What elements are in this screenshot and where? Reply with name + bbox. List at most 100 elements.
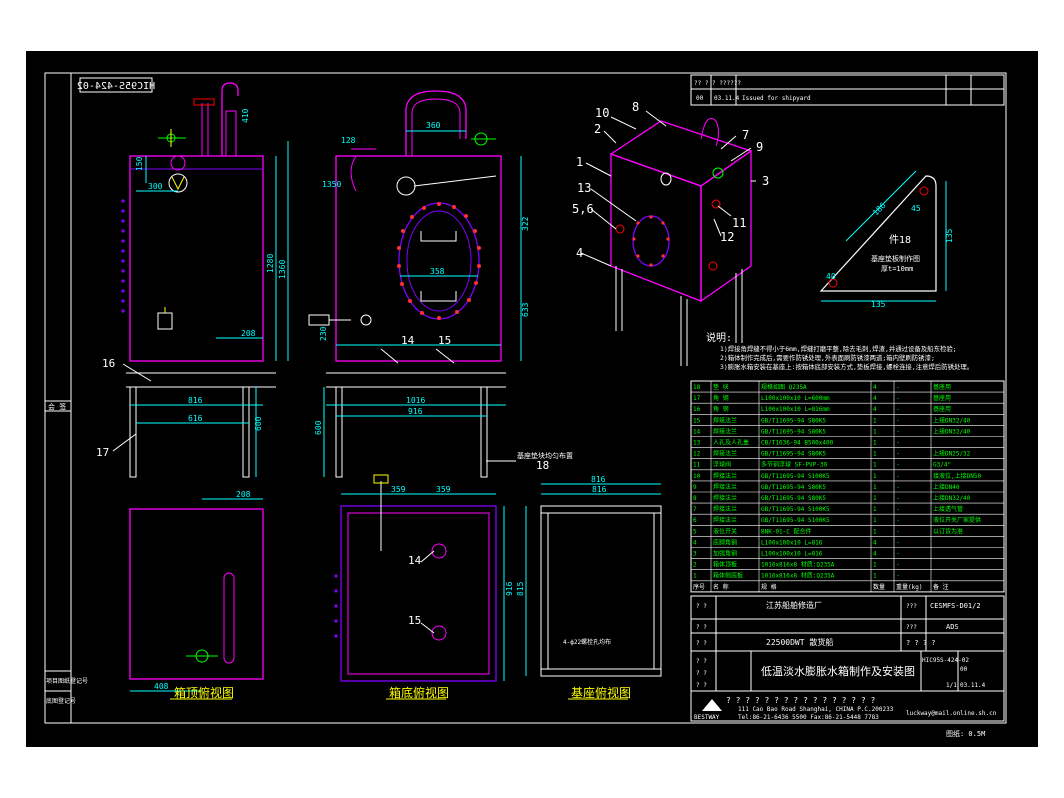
dim-359-b: 359 <box>436 485 451 494</box>
drawing-number-box: HIC95S-424-02 <box>77 77 155 93</box>
company: 江苏船舶修造厂 <box>766 600 822 610</box>
dim-616: 616 <box>188 414 203 423</box>
dim-816-c: 816 <box>591 475 606 484</box>
bom-cell: 上接DN32/40 <box>933 494 971 502</box>
iso-11: 11 <box>732 216 746 230</box>
bom-cell: 名 称 <box>713 583 729 591</box>
bom-cell: 4 <box>873 384 877 391</box>
bom-cell: - <box>896 484 900 491</box>
left-stamp-1: 项目图纸登记号 <box>46 677 88 685</box>
bom-cell: 9 <box>693 484 697 491</box>
tel: Tel:86-21-6436 5500 Fax:86-21-5448 7783 <box>738 714 879 721</box>
dim-150-a: 150 <box>135 156 144 171</box>
bom-cell: 17 <box>693 395 701 402</box>
note-line-1: 1)焊接角焊缝不得小于6mm,焊缝打磨平整,除去毛刺,焊渣,并通过设备及船东检验… <box>720 344 957 353</box>
leader-15-b: 15 <box>408 614 421 627</box>
bom-cell: - <box>896 406 900 413</box>
dim-128: 128 <box>341 136 356 145</box>
svg-text:? ?: ? ? <box>696 682 707 689</box>
bestway-logo-icon <box>702 699 722 711</box>
bom-cell: - <box>896 495 900 502</box>
bom-cell: GB/T11695-94 S80K5 <box>761 451 826 458</box>
bom-cell: 垫 块 <box>713 383 729 391</box>
iso-7: 7 <box>742 128 749 142</box>
bom-cell: 上接DN25/32 <box>933 450 971 458</box>
bom-cell: - <box>896 539 900 546</box>
bom-cell: 焊接法兰 <box>713 427 737 435</box>
svg-text:? ?: ? ? <box>696 640 707 647</box>
leader-13: 18 <box>536 459 549 472</box>
bom-cell: 1 <box>873 495 877 502</box>
bom-cell: L100x100x10 L=816 <box>761 539 823 546</box>
bom-cell: 焊接法兰 <box>713 494 737 502</box>
bom-cell: 8 <box>693 495 697 502</box>
bom-cell: L100x100x10 L=816mm <box>761 406 830 413</box>
bom-cell: - <box>896 528 900 535</box>
bom-cell: GB/T11695-94 S100K5 <box>761 517 830 524</box>
address: 111 Cao Bao Road Shanghai, CHINA P.C.200… <box>738 706 894 713</box>
dim-1016: 1016 <box>406 396 425 405</box>
dim-40: 40 <box>826 272 836 281</box>
bom-cell: 上接DN32/40 <box>933 416 971 424</box>
bom-cell: 13 <box>693 440 701 447</box>
dim-322: 322 <box>521 216 530 231</box>
bom-row: 13 人孔及人孔盖 CB/T1636-94 B500x400 1 - <box>693 439 900 447</box>
bom-cell: 角 钢 <box>713 405 729 413</box>
bom-cell: 底脚角钢 <box>713 538 737 546</box>
dim-410: 410 <box>241 108 250 123</box>
bom-cell: 箱体侧底板 <box>713 572 743 580</box>
dim-300: 300 <box>148 182 163 191</box>
bom-cell: - <box>896 462 900 469</box>
bom-cell: 11 <box>693 462 701 469</box>
dim-1350: 1350 <box>322 180 341 189</box>
dim-600-a: 600 <box>254 416 263 431</box>
bom-cell: - <box>896 451 900 458</box>
note-line-3: 3)膨胀水箱安装在基座上:按箱体底部安装方式,垫板焊接,螺栓连接,注意焊后防锈处… <box>720 362 973 371</box>
bom-cell: 多节铜浮球 SF-PVP-30 <box>761 461 828 469</box>
bom-cell: 1 <box>873 417 877 424</box>
footer-note: 图纸: 0.5M <box>946 729 985 738</box>
bom-row: 8 焊接法兰 GB/T11695-94 S80K5 1 - 上接DN32/40 <box>693 494 971 502</box>
dim-358: 358 <box>430 267 445 276</box>
dim-1280: 1280 <box>266 254 275 273</box>
dim-135-b: 135 <box>945 228 954 243</box>
svg-text:? ?: ? ? <box>696 670 707 677</box>
bom-cell: 1 <box>873 462 877 469</box>
bom-cell: - <box>896 517 900 524</box>
detail-note1: 基座垫板制作图 <box>871 254 920 263</box>
iso-12: 12 <box>720 230 734 244</box>
bom-cell: 基座用 <box>933 383 951 391</box>
bom-cell: 焊接法兰 <box>713 516 737 524</box>
bom-cell: GB/T11695-94 S80K5 <box>761 495 826 502</box>
bom-cell: 规格如图 Q235A <box>761 383 807 391</box>
notes: 说明: 1)焊接角焊缝不得小于6mm,焊缝打磨平整,除去毛刺,焊渣,并通过设备及… <box>706 331 973 371</box>
doc-code: CESMFS-D01/2 <box>930 602 981 610</box>
bom-cell: 16 <box>693 406 701 413</box>
dim-359-a: 359 <box>391 485 406 494</box>
bom-cell: GB/T11695-94 S100K5 <box>761 506 830 513</box>
cad-viewport[interactable]: 会 签 项目图纸登记号 底图登记号 HIC95S-424-02 150 300 … <box>26 51 1038 747</box>
drawing-number-mirrored: HIC95S-424-02 <box>77 81 155 92</box>
title-date: 03.11.4 <box>960 682 986 689</box>
bom-cell: 基座用 <box>933 405 951 413</box>
iso-5-6: 5,6 <box>572 202 594 216</box>
ship: 22500DWT 散货船 <box>766 637 833 647</box>
bom-cell: - <box>896 562 900 569</box>
dim-408: 408 <box>154 682 169 691</box>
bom-cell: 焊接法兰 <box>713 450 737 458</box>
bom-cell: 1 <box>693 573 697 580</box>
dim-600-b: 600 <box>314 420 323 435</box>
bom-row: 1 箱体侧底板 1016x816x8 材质:Q235A 1 - <box>693 572 900 580</box>
bom-header: 序号名 称 规 格 数量 重量(kg) 备 注 <box>693 583 949 591</box>
bom-cell: GB/T11695-94 S80K5 <box>761 484 826 491</box>
left-stamp-2: 底图登记号 <box>46 697 76 705</box>
logo-text: BESTWAY <box>694 714 720 721</box>
bom-row: 5 液位开关 BNK-01-C 配合件 1 - 以订货为准 <box>693 527 963 535</box>
tank-side-outline <box>335 155 502 362</box>
bom-cell: 浮球阀 <box>713 461 731 469</box>
title-block: ? ? ? ? ? ? ? ? ? ? ? ? ?????? 江苏船舶修造厂 CESMF… <box>690 595 1005 722</box>
bom-cell: CB/T1636-94 B500x400 <box>761 440 834 447</box>
bom-cell: 1016x816x8 材质:Q235A <box>761 572 835 580</box>
bom-row: 7 焊接法兰 GB/T11695-94 S100K5 1 - 上接透气管 <box>693 505 963 513</box>
bom-cell: - <box>896 473 900 480</box>
